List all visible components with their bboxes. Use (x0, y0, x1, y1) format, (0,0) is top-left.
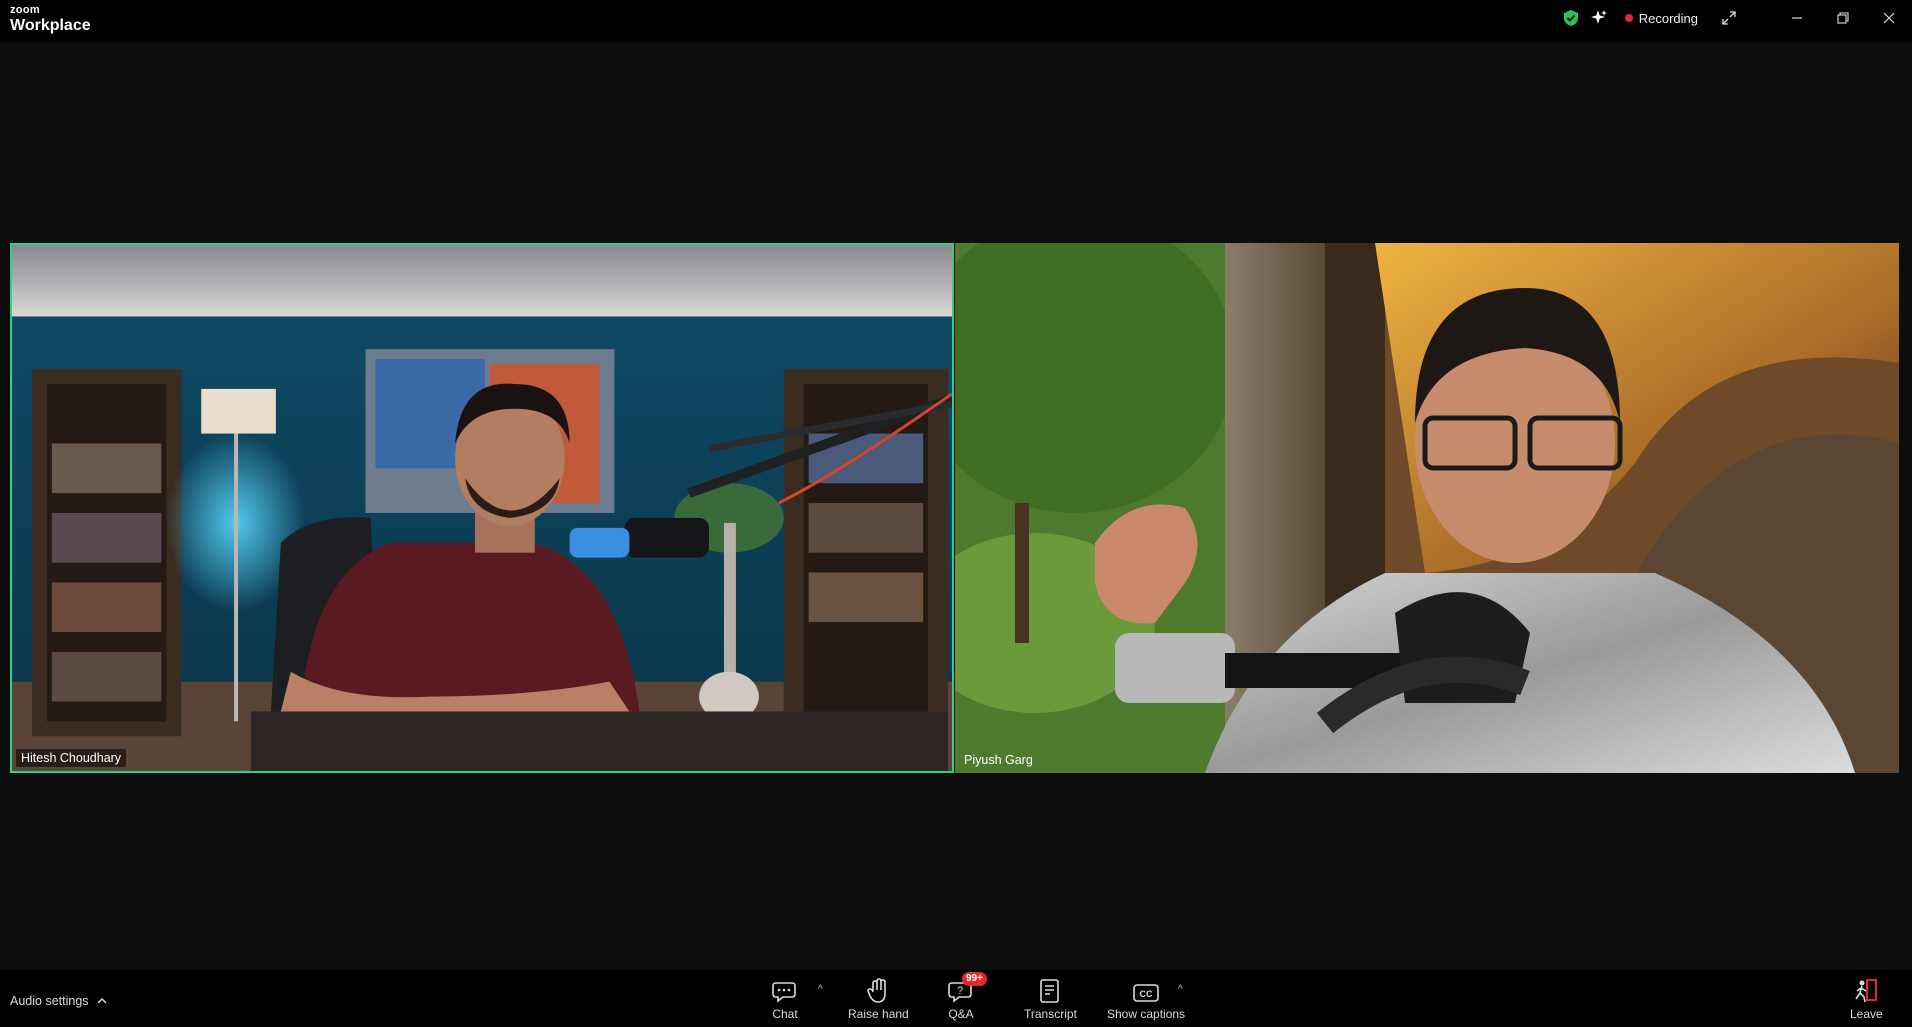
leave-label: Leave (1850, 1007, 1883, 1021)
participant-video-hitesh (12, 245, 952, 771)
raise-hand-icon (867, 978, 887, 1003)
meeting-toolbar: Audio settings Chat ^ Raise hand ? 99+ Q… (0, 970, 1912, 1027)
chat-icon (772, 982, 796, 1003)
security-shield-icon[interactable] (1557, 0, 1585, 36)
video-tile-piyush[interactable]: Piyush Garg (955, 243, 1899, 773)
minimize-button[interactable] (1774, 0, 1820, 36)
chevron-up-icon (97, 998, 107, 1004)
close-icon (1883, 12, 1895, 24)
chat-options-chevron-icon[interactable]: ^ (818, 984, 823, 995)
leave-door-icon (1855, 979, 1878, 1003)
recording-label: Recording (1638, 10, 1698, 26)
show-captions-label: Show captions (1107, 1007, 1186, 1021)
chat-label: Chat (772, 1007, 798, 1021)
minimize-icon (1792, 17, 1802, 19)
audio-settings-label: Audio settings (10, 994, 89, 1008)
captions-cc-icon: CC (1133, 984, 1159, 1002)
qa-button[interactable]: ? 99+ Q&A (948, 972, 987, 1021)
qa-label: Q&A (948, 1007, 974, 1021)
ai-companion-sparkle-icon[interactable] (1585, 0, 1613, 36)
title-bar: zoom Workplace Recording (0, 0, 1912, 42)
participant-name-label: Hitesh Choudhary (16, 749, 127, 767)
close-button[interactable] (1866, 0, 1912, 36)
restore-icon (1837, 12, 1849, 24)
video-tile-hitesh[interactable]: Hitesh Choudhary (10, 243, 954, 773)
brand-small: zoom (10, 4, 40, 16)
fullscreen-icon[interactable] (1714, 0, 1744, 36)
transcript-icon (1040, 979, 1060, 1003)
audio-settings-button[interactable]: Audio settings (10, 994, 107, 1008)
svg-text:?: ? (957, 985, 963, 997)
svg-text:CC: CC (1140, 989, 1153, 999)
brand-large: Workplace (10, 17, 91, 34)
transcript-label: Transcript (1024, 1007, 1077, 1021)
recording-dot-icon (1624, 14, 1633, 22)
restore-button[interactable] (1820, 0, 1866, 36)
participant-video-piyush (955, 243, 1899, 773)
captions-options-chevron-icon[interactable]: ^ (1178, 984, 1183, 995)
leave-button[interactable]: Leave (1850, 978, 1883, 1021)
app-logo: zoom Workplace (10, 5, 91, 34)
show-captions-button[interactable]: CC Show captions (1107, 978, 1185, 1021)
recording-indicator[interactable]: Recording (1624, 10, 1698, 26)
qa-count-badge: 99+ (962, 972, 987, 986)
raise-hand-button[interactable]: Raise hand (848, 978, 909, 1021)
chat-button[interactable]: Chat (772, 978, 798, 1021)
raise-hand-label: Raise hand (848, 1007, 909, 1021)
participant-name-label: Piyush Garg (964, 753, 1033, 767)
transcript-button[interactable]: Transcript (1024, 978, 1077, 1021)
